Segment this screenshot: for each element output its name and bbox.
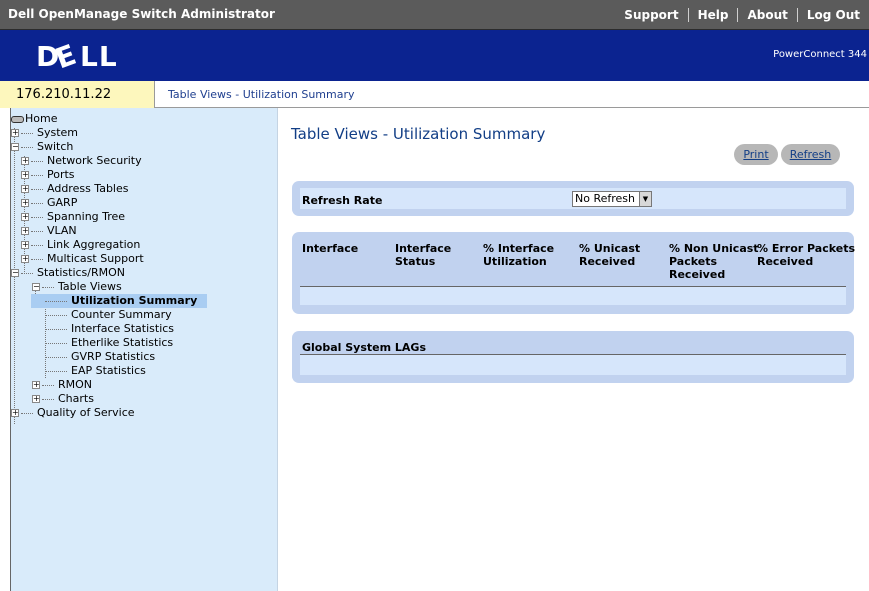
about-link[interactable]: About <box>737 8 796 22</box>
tree-item-etherlike-statistics[interactable]: Etherlike Statistics <box>45 336 173 350</box>
global-lags-label: Global System LAGs <box>302 341 427 354</box>
tree-item-network-security[interactable]: + Network Security <box>21 154 142 168</box>
collapse-icon[interactable]: − <box>11 269 19 277</box>
brand-bar: D E LL PowerConnect 344 <box>0 30 869 81</box>
tree-item-counter-summary[interactable]: Counter Summary <box>45 308 172 322</box>
tree-item-link-aggregation[interactable]: + Link Aggregation <box>21 238 140 252</box>
tree-item-vlan[interactable]: + VLAN <box>21 224 77 238</box>
refresh-rate-select[interactable]: No Refresh ▼ <box>572 191 652 207</box>
tree-item-system[interactable]: + System <box>11 126 78 140</box>
expand-icon[interactable]: + <box>21 171 29 179</box>
support-link[interactable]: Support <box>615 8 687 22</box>
tree-item-interface-statistics[interactable]: Interface Statistics <box>45 322 174 336</box>
tree-item-spanning-tree[interactable]: + Spanning Tree <box>21 210 125 224</box>
home-icon <box>11 115 24 123</box>
refresh-button[interactable]: Refresh <box>781 144 840 165</box>
expand-icon[interactable]: + <box>21 241 29 249</box>
navigation-tree: Home + System − Switch + Network Security +… <box>10 108 278 591</box>
tree-item-statistics-rmon[interactable]: − Statistics/RMON <box>11 266 125 280</box>
dropdown-arrow-icon[interactable]: ▼ <box>639 192 651 206</box>
expand-icon[interactable]: + <box>21 199 29 207</box>
expand-icon[interactable]: + <box>11 129 19 137</box>
global-lags-panel <box>292 331 854 383</box>
tree-item-quality-of-service[interactable]: + Quality of Service <box>11 406 135 420</box>
dell-logo: D E LL <box>36 37 128 78</box>
tree-item-switch[interactable]: − Switch <box>11 140 73 154</box>
expand-icon[interactable]: + <box>11 409 19 417</box>
logout-link[interactable]: Log Out <box>796 8 869 22</box>
tree-item-table-views[interactable]: − Table Views <box>32 280 122 294</box>
col-header-interface: Interface <box>302 242 359 255</box>
ip-bar: 176.210.11.22 Table Views - Utilization … <box>0 81 869 108</box>
expand-icon[interactable]: + <box>21 227 29 235</box>
print-button[interactable]: Print <box>734 144 778 165</box>
col-header-error-packets: % Error Packets Received <box>757 242 856 268</box>
collapse-icon[interactable]: − <box>11 143 19 151</box>
collapse-icon[interactable]: − <box>32 283 40 291</box>
dell-logo-graphic: D E LL <box>36 37 118 75</box>
expand-icon[interactable]: + <box>21 255 29 263</box>
help-link[interactable]: Help <box>687 8 738 22</box>
expand-icon[interactable]: + <box>21 157 29 165</box>
tree-item-charts[interactable]: + Charts <box>32 392 94 406</box>
col-header-non-unicast: % Non Unicast Packets Received <box>669 242 759 281</box>
tree-item-address-tables[interactable]: + Address Tables <box>21 182 128 196</box>
expand-icon[interactable]: + <box>21 185 29 193</box>
tree-item-multicast-support[interactable]: + Multicast Support <box>21 252 144 266</box>
page-title: Table Views - Utilization Summary <box>291 125 546 143</box>
tree-item-ports[interactable]: + Ports <box>21 168 75 182</box>
refresh-rate-label: Refresh Rate <box>302 194 383 207</box>
expand-icon[interactable]: + <box>32 381 40 389</box>
expand-icon[interactable]: + <box>32 395 40 403</box>
breadcrumb: Table Views - Utilization Summary <box>168 88 355 101</box>
tree-item-utilization-summary[interactable]: Utilization Summary <box>31 294 207 308</box>
tree-item-eap-statistics[interactable]: EAP Statistics <box>45 364 146 378</box>
product-name: PowerConnect 344 <box>773 49 867 60</box>
lags-empty-row <box>300 355 846 375</box>
device-ip: 176.210.11.22 <box>0 81 155 108</box>
table-empty-row <box>300 286 846 305</box>
tree-item-home[interactable]: Home <box>11 112 57 126</box>
refresh-rate-value: No Refresh <box>575 192 635 205</box>
svg-text:LL: LL <box>80 40 118 70</box>
top-bar: Dell OpenManage Switch Administrator Sup… <box>0 0 869 30</box>
col-header-interface-utilization: % Interface Utilization <box>483 242 555 268</box>
col-header-unicast-received: % Unicast Received <box>579 242 641 268</box>
top-links: Support Help About Log Out <box>615 0 869 30</box>
tree-item-garp[interactable]: + GARP <box>21 196 77 210</box>
tree-item-gvrp-statistics[interactable]: GVRP Statistics <box>45 350 155 364</box>
app-title: Dell OpenManage Switch Administrator <box>8 7 275 21</box>
expand-icon[interactable]: + <box>21 213 29 221</box>
col-header-interface-status: Interface Status <box>395 242 452 268</box>
tree-item-rmon[interactable]: + RMON <box>32 378 92 392</box>
